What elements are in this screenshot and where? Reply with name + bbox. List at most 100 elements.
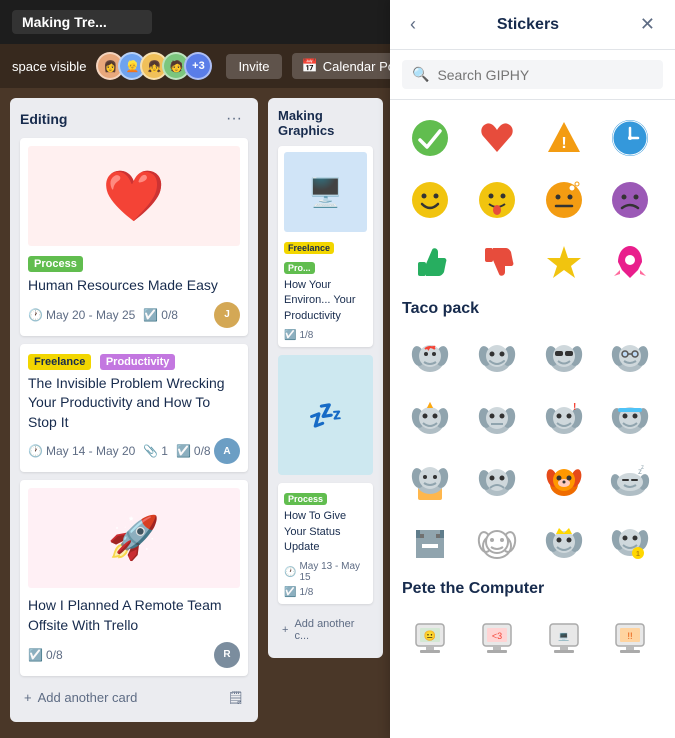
dog-crown[interactable]	[536, 514, 592, 570]
add-card-button-graphics[interactable]: + Add another c...	[278, 612, 373, 648]
card-footer-5b: ☑️ 1/8	[284, 587, 367, 598]
card-tags-5: Process	[284, 489, 367, 509]
sticker-back-button[interactable]: ‹	[404, 12, 422, 37]
dog-party[interactable]	[402, 390, 458, 446]
svg-text:!: !	[561, 135, 566, 152]
card-title-3: How I Planned A Remote Team Offsite With…	[28, 596, 240, 635]
dog-happy[interactable]	[469, 328, 525, 384]
sticker-thinking[interactable]	[536, 172, 592, 228]
sticker-heart[interactable]	[469, 110, 525, 166]
card-environ[interactable]: 🖥️ Freelance Pro... How Your Environ... …	[278, 146, 373, 347]
sticker-thumbsup[interactable]	[402, 234, 458, 290]
column-making-graphics: Making Graphics 🖥️ Freelance Pro... How …	[268, 98, 383, 658]
card-date-text-5: May 13 - May 15	[299, 561, 367, 583]
avatar-group: 👩 👱 👧 🧑 +3	[96, 52, 212, 80]
pete-2[interactable]: <3	[469, 608, 525, 664]
dog-outline[interactable]	[469, 514, 525, 570]
column-editing: Editing ··· ❤️ Process Human Resources M…	[10, 98, 258, 722]
sticker-panel-title: Stickers	[497, 16, 559, 34]
svg-text:<3: <3	[492, 631, 502, 641]
card-footer-left-1: 🕐 May 20 - May 25 ☑️ 0/8	[28, 308, 178, 322]
pete-3[interactable]: 💻	[536, 608, 592, 664]
card-avatar-3: R	[214, 642, 240, 668]
card-checklist-2: ☑️ 0/8	[176, 444, 211, 458]
dog-pixel[interactable]	[402, 514, 458, 570]
dog-headband[interactable]	[602, 390, 658, 446]
pack-title-pete: Pete the Computer	[402, 580, 663, 598]
sticker-rocket-pink[interactable]	[602, 234, 658, 290]
sticker-warning[interactable]: !	[536, 110, 592, 166]
card-tags-4: Freelance Pro...	[284, 238, 367, 278]
card-footer-left-3: ☑️ 0/8	[28, 648, 63, 662]
card-footer-left-2: 🕐 May 14 - May 20 📎 1 ☑️ 0/8	[28, 444, 211, 458]
dog-sleep[interactable]: z z	[602, 452, 658, 508]
clock-icon-2: 🕐	[28, 444, 43, 458]
sticker-star[interactable]	[536, 234, 592, 290]
sticker-smile[interactable]	[402, 172, 458, 228]
pack-title-taco: Taco pack	[402, 300, 663, 318]
dog-medal[interactable]: 1	[602, 514, 658, 570]
card-date-text-1: May 20 - May 25	[46, 308, 135, 322]
dog-book[interactable]	[402, 452, 458, 508]
column-header-graphics: Making Graphics	[278, 108, 373, 138]
card-template-icon: 🗒	[227, 690, 244, 706]
svg-text:1: 1	[636, 551, 640, 558]
checklist-icon-3: ☑️	[28, 648, 43, 662]
sticker-search-input[interactable]	[437, 67, 653, 83]
dog-fox[interactable]	[536, 452, 592, 508]
card-checklist-text-3: 0/8	[46, 648, 63, 662]
card-invisible-problem[interactable]: Freelance Productivity The Invisible Pro…	[20, 344, 248, 473]
clock-icon-4: ☑️	[284, 330, 296, 341]
card-checklist-text-1: 0/8	[161, 308, 178, 322]
clock-icon-5: 🕐	[284, 567, 296, 578]
dog-love[interactable]: ♥♥	[402, 328, 458, 384]
top-bar-left	[12, 10, 423, 34]
board-title-input[interactable]	[12, 10, 152, 34]
card-date-4: ☑️ 1/8	[284, 330, 313, 341]
card-attachment-text-2: 1	[161, 444, 168, 458]
svg-text:♥: ♥	[432, 345, 436, 351]
tag-productivity-2: Productivity	[100, 354, 176, 370]
sticker-search-inner: 🔍	[402, 60, 663, 89]
board-visibility-label: space visible	[12, 59, 86, 74]
dog-hmm[interactable]	[469, 390, 525, 446]
sticker-close-button[interactable]: ✕	[634, 12, 661, 37]
dog-exclaim[interactable]: !	[536, 390, 592, 446]
sticker-worried[interactable]	[602, 172, 658, 228]
sticker-check[interactable]	[402, 110, 458, 166]
pete-4[interactable]: !!	[602, 608, 658, 664]
sticker-thumbsdown[interactable]	[469, 234, 525, 290]
column-title-graphics: Making Graphics	[278, 108, 373, 138]
plus-icon-add-2: +	[282, 624, 288, 636]
sticker-tongue[interactable]	[469, 172, 525, 228]
card-remote-offsite[interactable]: 🚀 How I Planned A Remote Team Offsite Wi…	[20, 480, 248, 675]
tag-freelance-2: Freelance	[28, 354, 91, 370]
svg-text:!!: !!	[628, 631, 633, 641]
column-menu-button-editing[interactable]: ···	[220, 108, 248, 130]
card-title-4: How Your Environ... Your Productivity	[284, 278, 367, 324]
pete-1[interactable]: 😐	[402, 608, 458, 664]
column-header-editing: Editing ···	[20, 108, 248, 130]
card-image-desk: 🖥️	[284, 152, 367, 232]
card-date-text-2: May 14 - May 20	[46, 444, 135, 458]
dog-glasses[interactable]	[602, 328, 658, 384]
card-title-1: Human Resources Made Easy	[28, 276, 240, 296]
basic-sticker-grid: !	[402, 110, 663, 290]
card-checklist-5: ☑️ 1/8	[284, 587, 313, 598]
dog-sad[interactable]	[469, 452, 525, 508]
card-footer-4: ☑️ 1/8	[284, 330, 367, 341]
card-image-rocket: 🚀	[28, 488, 240, 588]
card-status-update[interactable]: Process How To Give Your Status Update 🕐…	[278, 483, 373, 604]
add-card-label-2: Add another c...	[294, 618, 369, 642]
invite-button[interactable]: Invite	[226, 54, 281, 79]
add-card-label: Add another card	[38, 690, 138, 705]
sticker-clock[interactable]	[602, 110, 658, 166]
card-checklist-text-2: 0/8	[194, 444, 211, 458]
svg-text:z: z	[641, 465, 644, 471]
clock-icon-1: 🕐	[28, 308, 43, 322]
add-card-button-editing[interactable]: + Add another card 🗒	[20, 684, 248, 712]
tag-process: Process	[28, 256, 83, 272]
checklist-icon-2: ☑️	[176, 444, 191, 458]
card-human-resources[interactable]: ❤️ Process Human Resources Made Easy 🕐 M…	[20, 138, 248, 336]
dog-cool[interactable]	[536, 328, 592, 384]
